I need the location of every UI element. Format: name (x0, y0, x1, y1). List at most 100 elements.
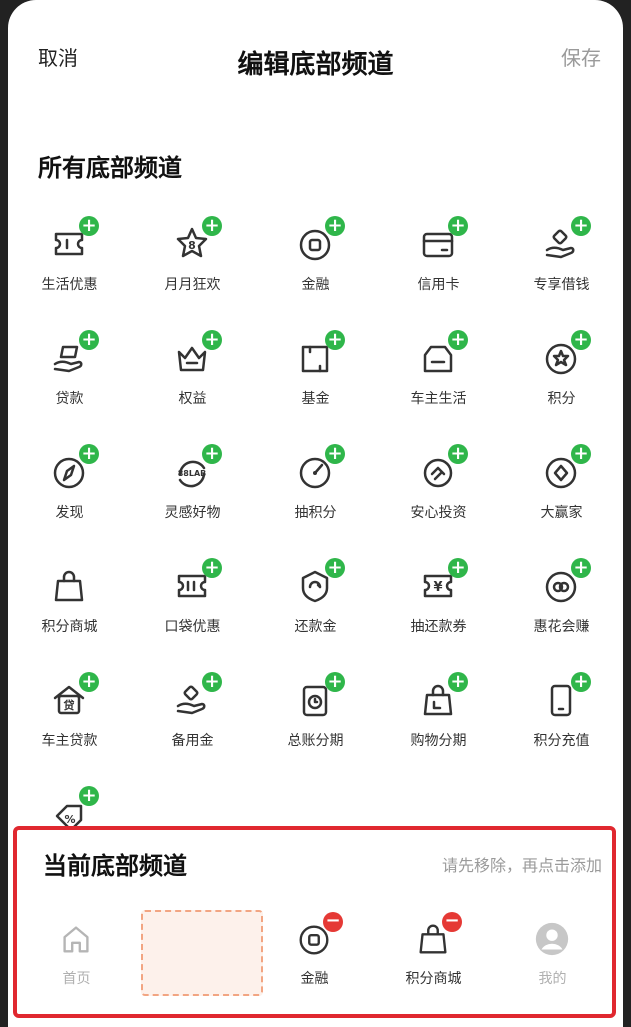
channel-item[interactable]: + 基金 (254, 324, 377, 434)
add-icon[interactable]: + (202, 672, 222, 692)
remove-icon[interactable]: − (323, 912, 343, 932)
star-badge-icon: 8 + (172, 216, 222, 264)
channel-item[interactable]: + 信用卡 (377, 210, 500, 320)
compass-icon: + (49, 444, 99, 492)
channel-item[interactable]: + 积分 (500, 324, 623, 434)
channel-label: 专享借钱 (533, 277, 590, 293)
add-icon[interactable]: + (79, 672, 99, 692)
channel-item[interactable]: + 大赢家 (500, 438, 623, 548)
channel-label: 大赢家 (540, 505, 583, 521)
add-icon[interactable]: + (202, 216, 222, 236)
channel-label: 积分充值 (533, 733, 590, 749)
add-icon[interactable]: + (79, 330, 99, 350)
channel-label: 贷款 (55, 391, 84, 407)
shopping-bag-icon: − (414, 912, 462, 958)
add-icon[interactable]: + (571, 216, 591, 236)
crown-icon: + (172, 330, 222, 378)
channel-item[interactable]: 8 + 月月狂欢 (131, 210, 254, 320)
hand-coin-icon: + (541, 216, 591, 264)
clock-doc-icon: + (295, 672, 345, 720)
channel-label: 权益 (178, 391, 207, 407)
add-icon[interactable]: + (325, 558, 345, 578)
channel-item[interactable]: 积分商城 (8, 552, 131, 662)
add-icon[interactable]: + (571, 672, 591, 692)
flower-circle-icon: + (541, 558, 591, 606)
empty-slot[interactable] (141, 910, 263, 996)
channel-item[interactable]: + 备用金 (131, 666, 254, 776)
add-icon[interactable]: + (325, 672, 345, 692)
channel-label: 积分商城 (41, 619, 98, 635)
channel-item[interactable]: + 车主生活 (377, 324, 500, 434)
channel-label: 备用金 (171, 733, 214, 749)
channel-item[interactable]: + 金融 (254, 210, 377, 320)
add-icon[interactable]: + (202, 444, 222, 464)
tab-finance[interactable]: − 金融 (255, 900, 374, 1010)
add-icon[interactable]: + (325, 444, 345, 464)
add-icon[interactable]: + (325, 330, 345, 350)
svg-text:¥: ¥ (433, 580, 442, 595)
edit-sheet: 取消 编辑底部频道 保存 所有底部频道 + 生活优惠 8 + 月月狂欢 + 金融 + 信用卡 + 专… (8, 0, 623, 1027)
add-icon[interactable]: + (571, 330, 591, 350)
svg-text:%: % (64, 813, 75, 826)
channel-label: 还款金 (294, 619, 337, 635)
remove-icon[interactable]: − (442, 912, 462, 932)
channel-item[interactable]: + 发现 (8, 438, 131, 548)
channel-item[interactable]: + 权益 (131, 324, 254, 434)
channel-item[interactable]: + 贷款 (8, 324, 131, 434)
svg-text:88LAB: 88LAB (178, 469, 207, 478)
add-icon[interactable]: + (448, 558, 468, 578)
add-icon[interactable]: + (571, 444, 591, 464)
channel-item[interactable]: + 抽积分 (254, 438, 377, 548)
tab-label: 我的 (538, 971, 567, 987)
channel-item[interactable]: + 惠花会赚 (500, 552, 623, 662)
add-icon[interactable]: + (448, 444, 468, 464)
add-icon[interactable]: + (571, 558, 591, 578)
add-icon[interactable]: + (202, 558, 222, 578)
hint-text: 请先移除，再点击添加 (441, 856, 602, 875)
coin-icon: + (295, 216, 345, 264)
add-icon[interactable]: + (448, 216, 468, 236)
channel-item[interactable]: 88LAB + 灵感好物 (131, 438, 254, 548)
channel-label: 惠花会赚 (533, 619, 590, 635)
channel-item[interactable]: + 积分充值 (500, 666, 623, 776)
add-icon[interactable]: + (79, 786, 99, 806)
bag-installment-icon: + (418, 672, 468, 720)
add-icon[interactable]: + (448, 330, 468, 350)
channel-item[interactable]: ¥ + 抽还款券 (377, 552, 500, 662)
loan-house-icon: 贷 + (49, 672, 99, 720)
home-icon (57, 920, 95, 958)
shield-invest-icon: + (418, 444, 468, 492)
yuan-ticket-icon: ¥ + (418, 558, 468, 606)
channel-item[interactable]: + 总账分期 (254, 666, 377, 776)
add-icon[interactable]: + (79, 216, 99, 236)
current-tabs: 首页 − 金融 − 积分商城 我的 (17, 900, 612, 1010)
lab-icon: 88LAB + (172, 444, 222, 492)
channel-item[interactable]: 贷 + 车主贷款 (8, 666, 131, 776)
repay-shield-icon: + (295, 558, 345, 606)
diamond-circle-icon: + (541, 444, 591, 492)
add-icon[interactable]: + (448, 672, 468, 692)
svg-text:贷: 贷 (64, 698, 75, 712)
channel-label: 基金 (301, 391, 330, 407)
channel-label: 月月狂欢 (164, 277, 221, 293)
add-icon[interactable]: + (202, 330, 222, 350)
channel-label: 车主生活 (410, 391, 467, 407)
add-icon[interactable]: + (79, 444, 99, 464)
channel-item[interactable]: + 安心投资 (377, 438, 500, 548)
ticket-icon: + (49, 216, 99, 264)
shopping-bag-icon (49, 566, 89, 606)
channel-label: 安心投资 (410, 505, 467, 521)
current-channels-title: 当前底部频道 (43, 852, 187, 880)
coin-icon: − (295, 912, 343, 958)
svg-text:8: 8 (188, 239, 196, 252)
add-icon[interactable]: + (325, 216, 345, 236)
channel-item[interactable]: + 专享借钱 (500, 210, 623, 320)
channel-label: 车主贷款 (41, 733, 98, 749)
tab-points-mall[interactable]: − 积分商城 (374, 900, 493, 1010)
channel-item[interactable]: + 还款金 (254, 552, 377, 662)
save-button[interactable]: 保存 (561, 42, 601, 71)
channel-item[interactable]: + 口袋优惠 (131, 552, 254, 662)
channel-item[interactable]: + 生活优惠 (8, 210, 131, 320)
channel-label: 信用卡 (417, 277, 460, 293)
channel-item[interactable]: + 购物分期 (377, 666, 500, 776)
